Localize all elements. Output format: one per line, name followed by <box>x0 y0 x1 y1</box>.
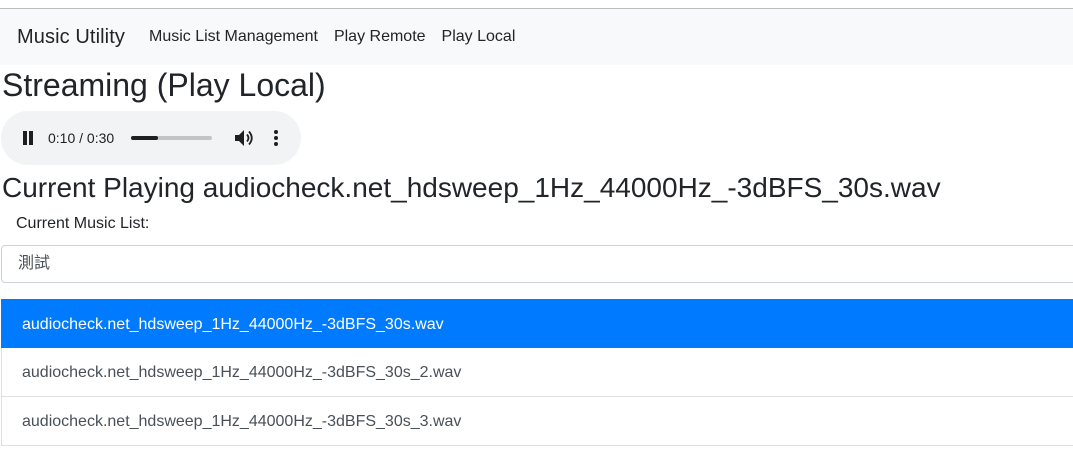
current-playing-heading: Current Playing audiocheck.net_hdsweep_1… <box>2 172 941 203</box>
pause-icon[interactable] <box>22 131 34 145</box>
music-list-label: Current Music List: <box>16 215 150 232</box>
top-border <box>0 0 1073 9</box>
volume-icon[interactable] <box>234 129 254 147</box>
song-list-item[interactable]: audiocheck.net_hdsweep_1Hz_44000Hz_-3dBF… <box>1 299 1073 348</box>
song-list-item[interactable]: audiocheck.net_hdsweep_1Hz_44000Hz_-3dBF… <box>1 397 1073 446</box>
more-icon[interactable] <box>272 129 280 147</box>
time-display: 0:10 / 0:30 <box>48 130 115 146</box>
navbar-brand[interactable]: Music Utility <box>17 26 125 49</box>
progress-slider[interactable] <box>131 136 212 140</box>
navbar: Music Utility Music List Management Play… <box>0 9 1073 65</box>
music-list-select[interactable]: 測試 <box>1 245 1073 283</box>
nav-link-play-local[interactable]: Play Local <box>442 28 516 46</box>
progress-fill <box>131 136 158 140</box>
audio-player: 0:10 / 0:30 <box>1 111 301 165</box>
song-list-item[interactable]: audiocheck.net_hdsweep_1Hz_44000Hz_-3dBF… <box>1 348 1073 397</box>
page-title: Streaming (Play Local) <box>2 67 326 103</box>
nav-link-music-list-management[interactable]: Music List Management <box>149 28 318 46</box>
song-list: audiocheck.net_hdsweep_1Hz_44000Hz_-3dBF… <box>1 299 1073 446</box>
nav-link-play-remote[interactable]: Play Remote <box>334 28 426 46</box>
